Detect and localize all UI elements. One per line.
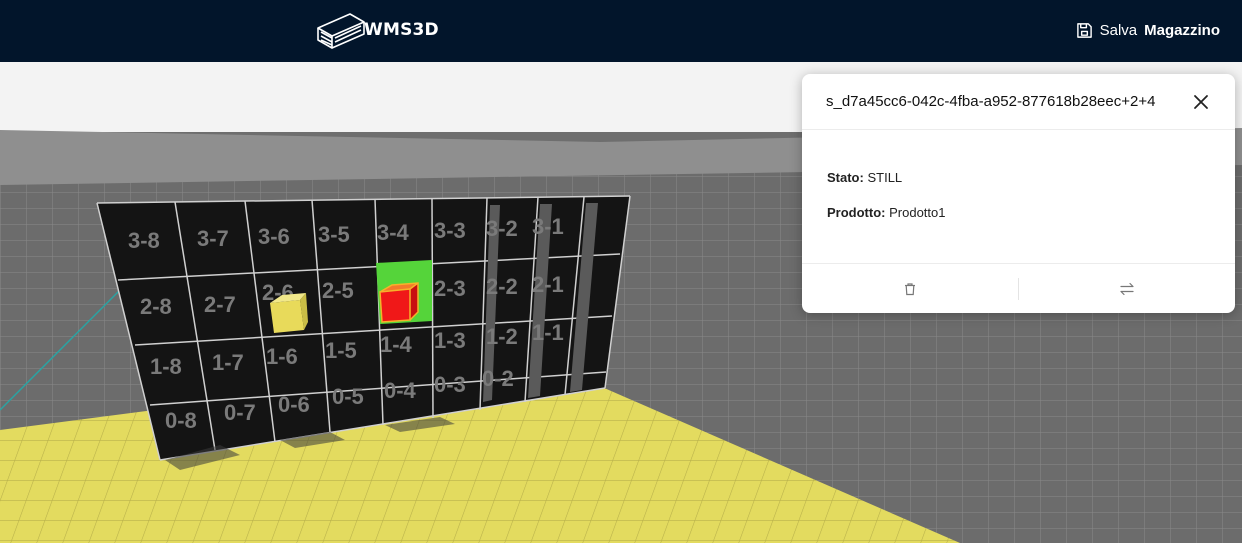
cell-label: 2-3 bbox=[434, 276, 466, 301]
status-row: Stato: STILL bbox=[827, 170, 1210, 185]
status-label: Stato: bbox=[827, 170, 864, 185]
cell-label: 1-3 bbox=[434, 328, 466, 353]
cell-label: 0-6 bbox=[278, 392, 310, 417]
save-target-label: Magazzino bbox=[1144, 22, 1220, 39]
cell-label: 1-5 bbox=[325, 338, 357, 363]
cell-label: 3-6 bbox=[258, 224, 290, 249]
selected-box[interactable] bbox=[379, 282, 419, 323]
cell-label: 3-1 bbox=[532, 214, 564, 239]
save-warehouse-button[interactable]: Salva Magazzino bbox=[1076, 22, 1220, 39]
product-label: Prodotto: bbox=[827, 205, 886, 220]
cell-label: 3-2 bbox=[486, 216, 518, 241]
cell-label: 2-1 bbox=[532, 272, 564, 297]
cell-label: 0-3 bbox=[434, 372, 466, 397]
delete-button[interactable] bbox=[802, 277, 1018, 301]
cell-label: 3-5 bbox=[318, 222, 350, 247]
cell-label: 0-2 bbox=[482, 366, 514, 391]
cell-label: 1-6 bbox=[266, 344, 298, 369]
cell-label: 3-7 bbox=[197, 226, 229, 251]
panel-actions bbox=[802, 263, 1235, 313]
cell-label: 1-8 bbox=[150, 354, 182, 379]
cell-label: 2-8 bbox=[140, 294, 172, 319]
product-value: Prodotto1 bbox=[889, 205, 946, 220]
slot-detail-panel: s_d7a45cc6-042c-4fba-a952-877618b28eec+2… bbox=[802, 74, 1235, 313]
cell-label: 1-4 bbox=[380, 332, 413, 357]
top-bar: WMS3D Salva Magazzino bbox=[0, 0, 1242, 62]
cell-label: 2-7 bbox=[204, 292, 236, 317]
cell-label: 0-5 bbox=[332, 384, 364, 409]
trash-icon bbox=[905, 282, 915, 295]
swap-arrows-icon bbox=[1120, 282, 1134, 295]
status-value: STILL bbox=[867, 170, 903, 185]
cell-label: 2-5 bbox=[322, 278, 354, 303]
app-logo[interactable]: WMS3D bbox=[316, 6, 439, 56]
panel-header: s_d7a45cc6-042c-4fba-a952-877618b28eec+2… bbox=[802, 74, 1235, 130]
close-icon[interactable] bbox=[1191, 92, 1211, 112]
cell-label: 3-8 bbox=[128, 228, 160, 253]
cell-label: 0-7 bbox=[224, 400, 256, 425]
panel-title: s_d7a45cc6-042c-4fba-a952-877618b28eec+2… bbox=[826, 93, 1156, 110]
cell-label: 3-4 bbox=[377, 220, 410, 245]
move-button[interactable] bbox=[1019, 277, 1235, 301]
cell-label: 0-8 bbox=[165, 408, 197, 433]
app-logo-text: WMS3D bbox=[364, 20, 439, 40]
save-label: Salva bbox=[1099, 22, 1138, 39]
panel-body: Stato: STILL Prodotto: Prodotto1 bbox=[802, 130, 1235, 263]
product-row: Prodotto: Prodotto1 bbox=[827, 205, 1210, 220]
cell-label: 0-4 bbox=[384, 378, 417, 403]
warehouse-icon bbox=[317, 13, 365, 49]
cell-label: 3-3 bbox=[434, 218, 466, 243]
floppy-disk-icon bbox=[1076, 23, 1092, 38]
cell-label: 1-2 bbox=[486, 324, 518, 349]
cell-label: 1-7 bbox=[212, 350, 244, 375]
cell-label: 1-1 bbox=[532, 320, 564, 345]
cell-label: 2-2 bbox=[486, 274, 518, 299]
